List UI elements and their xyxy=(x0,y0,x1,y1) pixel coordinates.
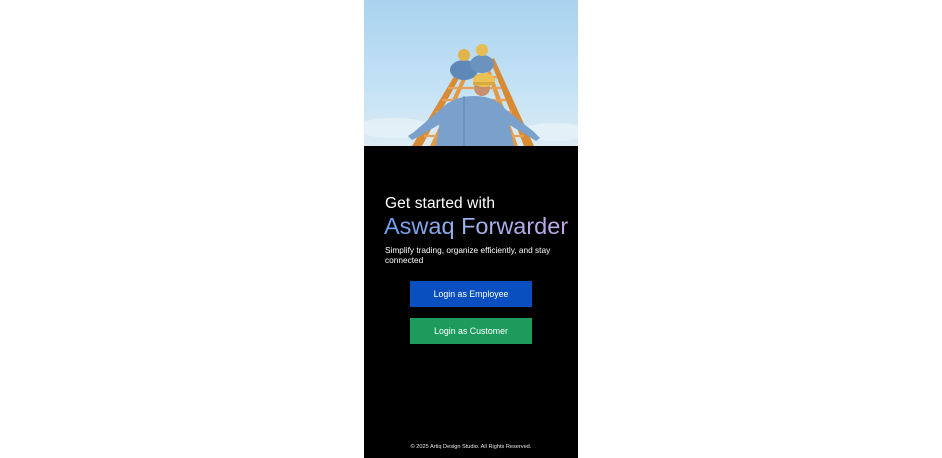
app-screen: Get started with Aswaq Forwarder Simplif… xyxy=(364,0,578,458)
tagline: Simplify trading, organize efficiently, … xyxy=(385,245,551,265)
login-customer-button[interactable]: Login as Customer xyxy=(410,318,532,344)
hero-image xyxy=(364,0,578,146)
construction-workers-image xyxy=(364,0,578,146)
brand-title: Aswaq Forwarder xyxy=(384,210,568,242)
login-employee-button[interactable]: Login as Employee xyxy=(410,281,532,307)
copyright-footer: © 2025 Artiq Design Studio. All Rights R… xyxy=(410,444,532,450)
